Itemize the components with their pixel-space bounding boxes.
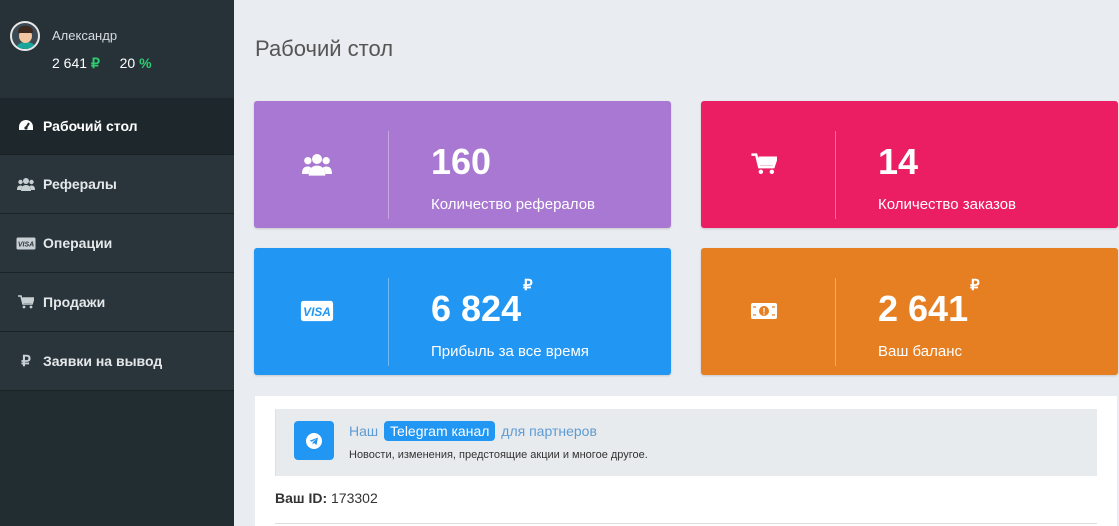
sidebar-item-label: Продажи bbox=[43, 294, 106, 310]
sidebar-item-label: Рефералы bbox=[43, 176, 117, 192]
info-panel: Наш Telegram канал для партнеров Новости… bbox=[255, 396, 1117, 526]
user-balance: 2 641 bbox=[52, 55, 88, 71]
dashboard-icon bbox=[16, 118, 36, 134]
ruble-icon: ₽ bbox=[21, 353, 31, 370]
sidebar: Александр 2 641 ₽ 20 % Рабочий стол Рефе… bbox=[0, 0, 234, 526]
divider bbox=[275, 523, 1097, 524]
money-icon: ! bbox=[737, 293, 791, 329]
orders-label: Количество заказов bbox=[878, 196, 1017, 213]
sidebar-item-referrals[interactable]: Рефералы bbox=[0, 155, 234, 214]
telegram-icon[interactable] bbox=[294, 421, 334, 460]
telegram-channel-link[interactable]: Telegram канал bbox=[384, 421, 496, 441]
visa-icon: VISA bbox=[290, 293, 344, 329]
profit-card[interactable]: VISA 6 824₽ Прибыль за все время bbox=[254, 248, 671, 375]
user-percent: 20 bbox=[119, 55, 136, 71]
sidebar-item-label: Заявки на вывод bbox=[43, 353, 163, 369]
sidebar-item-dashboard[interactable]: Рабочий стол bbox=[0, 98, 234, 155]
user-stats: 2 641 ₽ 20 % bbox=[52, 55, 152, 72]
balance-label: Ваш баланс bbox=[878, 343, 963, 360]
ruble-icon: ₽ bbox=[970, 277, 980, 294]
svg-text:VISA: VISA bbox=[303, 305, 331, 319]
ruble-icon: ₽ bbox=[90, 55, 100, 71]
orders-card[interactable]: 14 Количество заказов bbox=[701, 101, 1118, 228]
telegram-notice: Наш Telegram канал для партнеров Новости… bbox=[275, 409, 1097, 476]
username: Александр bbox=[52, 28, 118, 43]
sidebar-item-label: Рабочий стол bbox=[43, 118, 138, 134]
sidebar-item-label: Операции bbox=[43, 235, 113, 251]
users-icon bbox=[16, 176, 36, 192]
referrals-count: 160 bbox=[431, 141, 492, 182]
referrals-label: Количество рефералов bbox=[431, 196, 596, 213]
profit-label: Прибыль за все время bbox=[431, 343, 589, 360]
notice-text: Новости, изменения, предстоящие акции и … bbox=[349, 449, 648, 461]
user-profile: Александр 2 641 ₽ 20 % bbox=[0, 0, 234, 98]
orders-count: 14 bbox=[878, 141, 919, 182]
sidebar-item-withdrawals[interactable]: ₽ Заявки на вывод bbox=[0, 332, 234, 391]
balance-card[interactable]: ! 2 641₽ Ваш баланс bbox=[701, 248, 1118, 375]
cart-icon bbox=[16, 294, 36, 310]
user-id: Ваш ID: 173302 bbox=[275, 490, 378, 506]
cart-icon bbox=[737, 146, 791, 182]
percent-icon: % bbox=[139, 55, 152, 71]
sidebar-item-operations[interactable]: VISA Операции bbox=[0, 214, 234, 273]
sidebar-item-sales[interactable]: Продажи bbox=[0, 273, 234, 332]
visa-icon: VISA bbox=[16, 235, 36, 251]
svg-text:VISA: VISA bbox=[18, 241, 34, 248]
users-icon bbox=[290, 146, 344, 182]
balance-value: 2 641₽ bbox=[878, 277, 980, 329]
profit-value: 6 824₽ bbox=[431, 277, 533, 329]
svg-text:!: ! bbox=[763, 307, 766, 317]
page-title: Рабочий стол bbox=[255, 36, 394, 61]
referrals-card[interactable]: 160 Количество рефералов bbox=[254, 101, 671, 228]
ruble-icon: ₽ bbox=[523, 277, 533, 294]
avatar[interactable] bbox=[10, 21, 40, 51]
notice-heading: Наш Telegram канал для партнеров bbox=[349, 421, 597, 441]
